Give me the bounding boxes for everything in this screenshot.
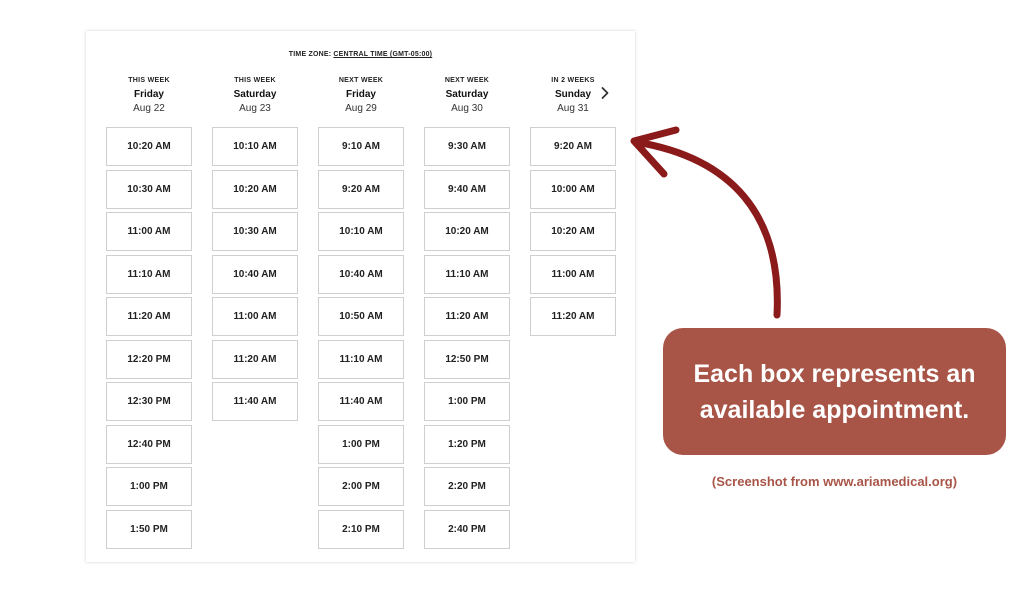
time-slot-button[interactable]: 2:10 PM [318, 509, 404, 549]
day-week-label: THIS WEEK [234, 77, 276, 84]
time-slot-button[interactable]: 2:20 PM [424, 467, 510, 506]
time-slot-button[interactable]: 1:50 PM [106, 509, 192, 549]
day-week-label: NEXT WEEK [444, 77, 490, 84]
time-slot-button[interactable]: 9:40 AM [424, 169, 510, 209]
time-slot-button[interactable]: 11:40 AM [212, 382, 298, 421]
day-week-label: THIS WEEK [128, 77, 170, 84]
time-slot-button[interactable]: 9:10 AM [318, 127, 404, 166]
time-slot-button[interactable]: 10:40 AM [318, 254, 404, 294]
day-header: NEXT WEEK Saturday Aug 30 [424, 75, 510, 115]
scheduler-panel: TIME ZONE: CENTRAL TIME (GMT-05:00) THIS… [86, 31, 635, 562]
time-slot-button[interactable]: 12:50 PM [424, 339, 510, 379]
chevron-right-icon[interactable] [597, 85, 613, 101]
day-date: Aug 23 [239, 103, 271, 114]
time-slot-button[interactable]: 10:50 AM [318, 297, 404, 336]
time-slot-button[interactable]: 9:30 AM [424, 127, 510, 166]
day-header: THIS WEEK Saturday Aug 23 [212, 75, 298, 115]
time-slot-button[interactable]: 10:40 AM [212, 254, 298, 294]
timezone-link[interactable]: CENTRAL TIME (GMT-05:00) [333, 51, 432, 58]
time-slot-button[interactable]: 10:10 AM [318, 212, 404, 251]
time-slot-button[interactable]: 11:10 AM [106, 254, 192, 294]
time-slot-button[interactable]: 11:40 AM [318, 382, 404, 421]
callout-box: Each box represents an available appoint… [663, 328, 1006, 455]
day-header: THIS WEEK Friday Aug 22 [106, 75, 192, 115]
time-slot-button[interactable]: 9:20 AM [318, 169, 404, 209]
day-date: Aug 30 [451, 103, 483, 114]
curved-arrow-icon [630, 126, 781, 319]
slot-column: 9:20 AM 10:00 AM 10:20 AM 11:00 AM 11:20 AM [530, 127, 616, 340]
time-slot-button[interactable]: 2:40 PM [424, 509, 510, 549]
day-date: Aug 29 [345, 103, 377, 114]
time-slot-button[interactable]: 10:20 AM [212, 169, 298, 209]
slot-column: 9:30 AM 9:40 AM 10:20 AM 11:10 AM 11:20 AM 12… [424, 127, 510, 552]
day-header: NEXT WEEK Friday Aug 29 [318, 75, 404, 115]
time-slot-button[interactable]: 10:20 AM [530, 212, 616, 251]
time-slot-button[interactable]: 11:10 AM [318, 339, 404, 379]
time-slot-button[interactable]: 11:00 AM [106, 212, 192, 251]
slot-column: 10:10 AM 10:20 AM 10:30 AM 10:40 AM 11:00 AM… [212, 127, 298, 425]
day-name: Friday [133, 89, 164, 100]
time-slot-button[interactable]: 1:20 PM [424, 424, 510, 464]
day-week-label: NEXT WEEK [338, 77, 384, 84]
day-date: Aug 31 [557, 103, 589, 114]
time-slot-button[interactable]: 9:20 AM [530, 127, 616, 166]
time-slot-button[interactable]: 10:20 AM [106, 127, 192, 166]
time-slot-button[interactable]: 11:20 AM [106, 297, 192, 336]
time-slot-button[interactable]: 1:00 PM [424, 382, 510, 421]
slot-column: 9:10 AM 9:20 AM 10:10 AM 10:40 AM 10:50 AM 11… [318, 127, 404, 552]
callout-text: Each box represents an available appoint… [693, 359, 976, 424]
slot-column: 10:20 AM 10:30 AM 11:00 AM 11:10 AM 11:20 AM… [106, 127, 192, 552]
time-slot-button[interactable]: 10:10 AM [212, 127, 298, 166]
timezone-label: TIME ZONE: [288, 51, 332, 58]
day-name: Saturday [445, 89, 489, 100]
time-slot-button[interactable]: 10:30 AM [212, 212, 298, 251]
screenshot-credit: (Screenshot from www.ariamedical.org) [711, 474, 958, 489]
time-slot-button[interactable]: 11:10 AM [424, 254, 510, 294]
time-slot-button[interactable]: 11:20 AM [424, 297, 510, 336]
time-slot-button[interactable]: 12:30 PM [106, 382, 192, 421]
time-slot-button[interactable]: 11:20 AM [530, 297, 616, 336]
time-slot-button[interactable]: 11:00 AM [212, 297, 298, 336]
time-slot-button[interactable]: 1:00 PM [106, 467, 192, 506]
time-slot-button[interactable]: 12:20 PM [106, 339, 192, 379]
timezone-row: TIME ZONE: CENTRAL TIME (GMT-05:00) [86, 51, 635, 58]
time-slot-button[interactable]: 1:00 PM [318, 424, 404, 464]
time-slot-button[interactable]: 10:30 AM [106, 169, 192, 209]
time-slot-button[interactable]: 11:20 AM [212, 339, 298, 379]
time-slot-button[interactable]: 10:00 AM [530, 169, 616, 209]
time-slot-button[interactable]: 12:40 PM [106, 424, 192, 464]
day-name: Saturday [233, 89, 277, 100]
time-slot-button[interactable]: 10:20 AM [424, 212, 510, 251]
time-slot-button[interactable]: 11:00 AM [530, 254, 616, 294]
time-slot-button[interactable]: 2:00 PM [318, 467, 404, 506]
day-name: Friday [345, 89, 376, 100]
day-date: Aug 22 [133, 103, 165, 114]
